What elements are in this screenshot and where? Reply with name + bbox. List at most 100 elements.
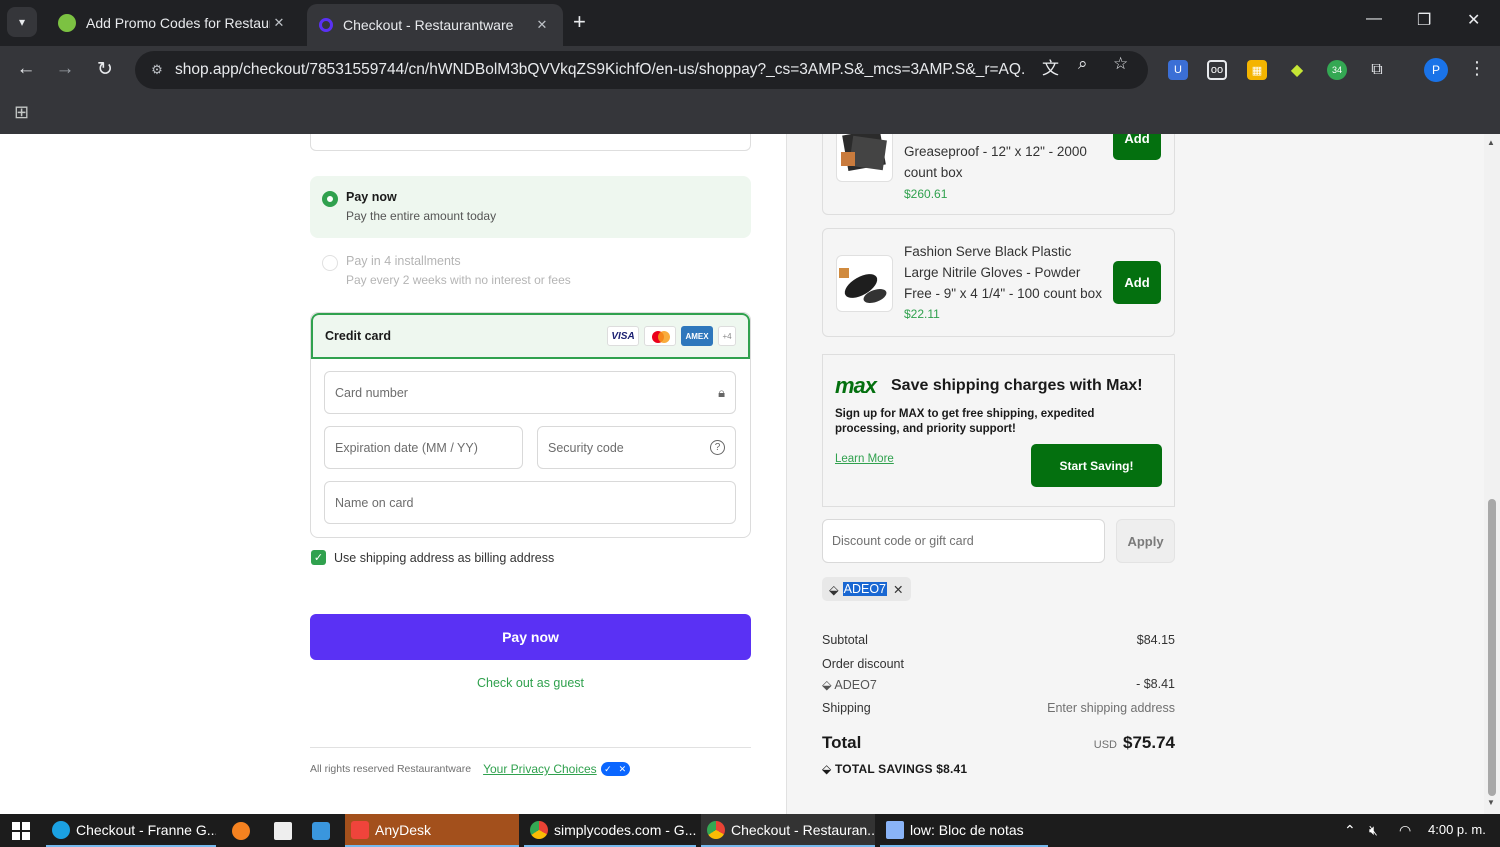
simplycodes-extension-icon[interactable]: 34 [1327, 60, 1347, 80]
taskbar-notepad[interactable]: low: Bloc de notas [880, 814, 1048, 847]
wifi-icon[interactable]: ◠ [1399, 822, 1411, 839]
security-code-field[interactable]: Security code ? [537, 426, 736, 469]
reload-button[interactable]: ↻ [92, 58, 118, 81]
order-discount-label: Order discount [822, 657, 904, 671]
tab-promo-codes[interactable]: Add Promo Codes for Restaurantware ✕ [46, 0, 300, 46]
privacy-choices-link[interactable]: Your Privacy Choices [483, 762, 597, 776]
simplycodes-favicon-icon [58, 14, 76, 32]
shipping-value: Enter shipping address [1047, 701, 1175, 715]
bookmarks-bar: ⊞ [0, 94, 1500, 134]
total-label: Total [822, 733, 862, 752]
checkout-page: Pay now Pay the entire amount today Pay … [0, 134, 1484, 814]
visa-logo-icon: VISA [607, 326, 639, 346]
billing-address-checkbox-row[interactable]: ✓ Use shipping address as billing addres… [311, 550, 554, 565]
restore-button[interactable]: ❐ [1417, 10, 1431, 30]
installments-option[interactable]: Pay in 4 installments Pay every 2 weeks … [310, 240, 751, 296]
product-name: Greaseproof - 12" x 12" - 2000 count box [904, 144, 1087, 180]
installments-subtitle: Pay every 2 weeks with no interest or fe… [346, 273, 571, 287]
forward-button[interactable]: → [52, 58, 78, 80]
windows-logo-icon [12, 821, 30, 840]
pay-now-subtitle: Pay the entire amount today [346, 209, 497, 223]
scroll-up-arrow-icon[interactable]: ▲ [1487, 138, 1495, 147]
taskbar-app[interactable] [306, 814, 340, 847]
card-number-placeholder: Card number [335, 385, 408, 400]
name-placeholder: Name on card [335, 495, 414, 510]
address-bar[interactable]: ⚙ shop.app/checkout/78531559744/cn/hWNDB… [135, 51, 1148, 89]
start-saving-button[interactable]: Start Saving! [1031, 444, 1162, 487]
max-logo: max [835, 373, 877, 398]
taskbar-anydesk[interactable]: AnyDesk [345, 814, 519, 847]
rights-text: All rights reserved Restaurantware [310, 763, 472, 775]
subtotal-value: $84.15 [1136, 633, 1175, 647]
taskbar-edge-checkout[interactable]: Checkout - Franne G... [46, 814, 216, 847]
credit-card-header[interactable]: Credit card VISA AMEX +4 [311, 313, 750, 359]
add-product-button[interactable]: Add [1113, 134, 1161, 160]
apply-discount-button[interactable]: Apply [1116, 519, 1175, 563]
chrome-icon [530, 820, 548, 839]
taskbar-chrome-simplycodes[interactable]: simplycodes.com - G... [524, 814, 696, 847]
url-text[interactable]: shop.app/checkout/78531559744/cn/hWNDBol… [175, 61, 1025, 79]
name-on-card-field[interactable]: Name on card [324, 481, 736, 524]
scroll-down-arrow-icon[interactable]: ▼ [1487, 798, 1495, 807]
learn-more-link[interactable]: Learn More [835, 453, 894, 465]
chevron-up-icon[interactable]: ⌃ [1344, 822, 1356, 839]
bookmark-star-icon[interactable]: ☆ [1113, 54, 1128, 74]
applied-code-chip: ⬙ ADEO7 ✕ [822, 577, 911, 601]
scroll-thumb[interactable] [1488, 499, 1496, 796]
expiration-date-field[interactable]: Expiration date (MM / YY) [324, 426, 523, 469]
remove-code-icon[interactable]: ✕ [893, 582, 903, 597]
site-info-icon[interactable]: ⚙ [143, 62, 171, 78]
translate-icon[interactable]: 文 [1042, 54, 1059, 79]
volume-muted-icon[interactable]: 🔇︎ [1369, 822, 1378, 839]
checkbox-checked-icon[interactable]: ✓ [311, 550, 326, 565]
radio-selected[interactable] [322, 191, 338, 207]
close-icon[interactable]: ✕ [270, 15, 288, 31]
checkout-as-guest-link[interactable]: Check out as guest [310, 676, 751, 690]
zoom-icon[interactable]: ⌕ [1078, 54, 1088, 74]
extension-icon[interactable]: ▦ [1247, 60, 1267, 80]
taskbar-label: AnyDesk [375, 821, 432, 838]
max-promo-title: Save shipping charges with Max! [891, 377, 1143, 394]
discount-code-input[interactable]: Discount code or gift card [822, 519, 1105, 563]
page-scrollbar[interactable]: ▲ ▼ [1484, 134, 1500, 814]
billing-checkbox-label: Use shipping address as billing address [334, 550, 555, 565]
extension-icon[interactable]: oo [1207, 60, 1227, 80]
taskbar-chrome-checkout[interactable]: Checkout - Restauran... [701, 814, 875, 847]
pay-now-button[interactable]: Pay now [310, 614, 751, 660]
extension-icon[interactable]: ◆ [1287, 60, 1307, 80]
close-window-button[interactable]: ✕ [1467, 10, 1480, 30]
file-icon [274, 821, 292, 840]
shipping-row: Shipping Enter shipping address [822, 701, 1175, 715]
close-icon[interactable]: ✕ [533, 17, 551, 33]
discount-amount: - $8.41 [1136, 677, 1175, 691]
extensions-puzzle-icon[interactable]: ⧉ [1367, 60, 1387, 80]
card-number-field[interactable]: Card number 🔒︎ [324, 371, 736, 414]
start-button[interactable] [6, 814, 42, 847]
radio-unselected[interactable] [322, 255, 338, 271]
apps-grid-icon[interactable]: ⊞ [14, 102, 29, 123]
total-savings: ⬙ TOTAL SAVINGS $8.41 [822, 762, 967, 776]
add-product-button[interactable]: Add [1113, 261, 1161, 304]
profile-avatar[interactable]: P [1424, 58, 1448, 82]
help-circle-icon[interactable]: ? [710, 440, 725, 455]
clock[interactable]: 4:00 p. m. [1428, 822, 1486, 837]
minimize-button[interactable]: — [1366, 10, 1382, 28]
discount-code-label: ADEO7 [834, 678, 877, 692]
order-discount-row: Order discount [822, 657, 1175, 671]
new-tab-button[interactable]: + [573, 10, 586, 34]
windows-taskbar: Checkout - Franne G... AnyDesk simplycod… [0, 814, 1500, 847]
tab-checkout[interactable]: Checkout - Restaurantware ✕ [307, 4, 563, 46]
total-value-group: USD $75.74 [1094, 733, 1175, 753]
pay-now-option[interactable]: Pay now Pay the entire amount today [310, 176, 751, 238]
privacy-toggle-icon[interactable]: ✓ ✕ [600, 762, 630, 776]
installments-title: Pay in 4 installments [346, 254, 461, 268]
back-button[interactable]: ← [13, 58, 39, 80]
taskbar-label: Checkout - Franne G... [76, 821, 216, 838]
upsell-product-card: Fashion Serve Black Plastic Large Nitril… [822, 228, 1175, 337]
browser-menu-icon[interactable]: ⋮ [1468, 58, 1486, 79]
bitwarden-extension-icon[interactable]: U [1168, 60, 1188, 80]
tab-search-button[interactable]: ▾ [7, 7, 37, 37]
taskbar-files[interactable] [268, 814, 302, 847]
taskbar-app[interactable] [226, 814, 260, 847]
credit-card-label: Credit card [325, 329, 391, 343]
